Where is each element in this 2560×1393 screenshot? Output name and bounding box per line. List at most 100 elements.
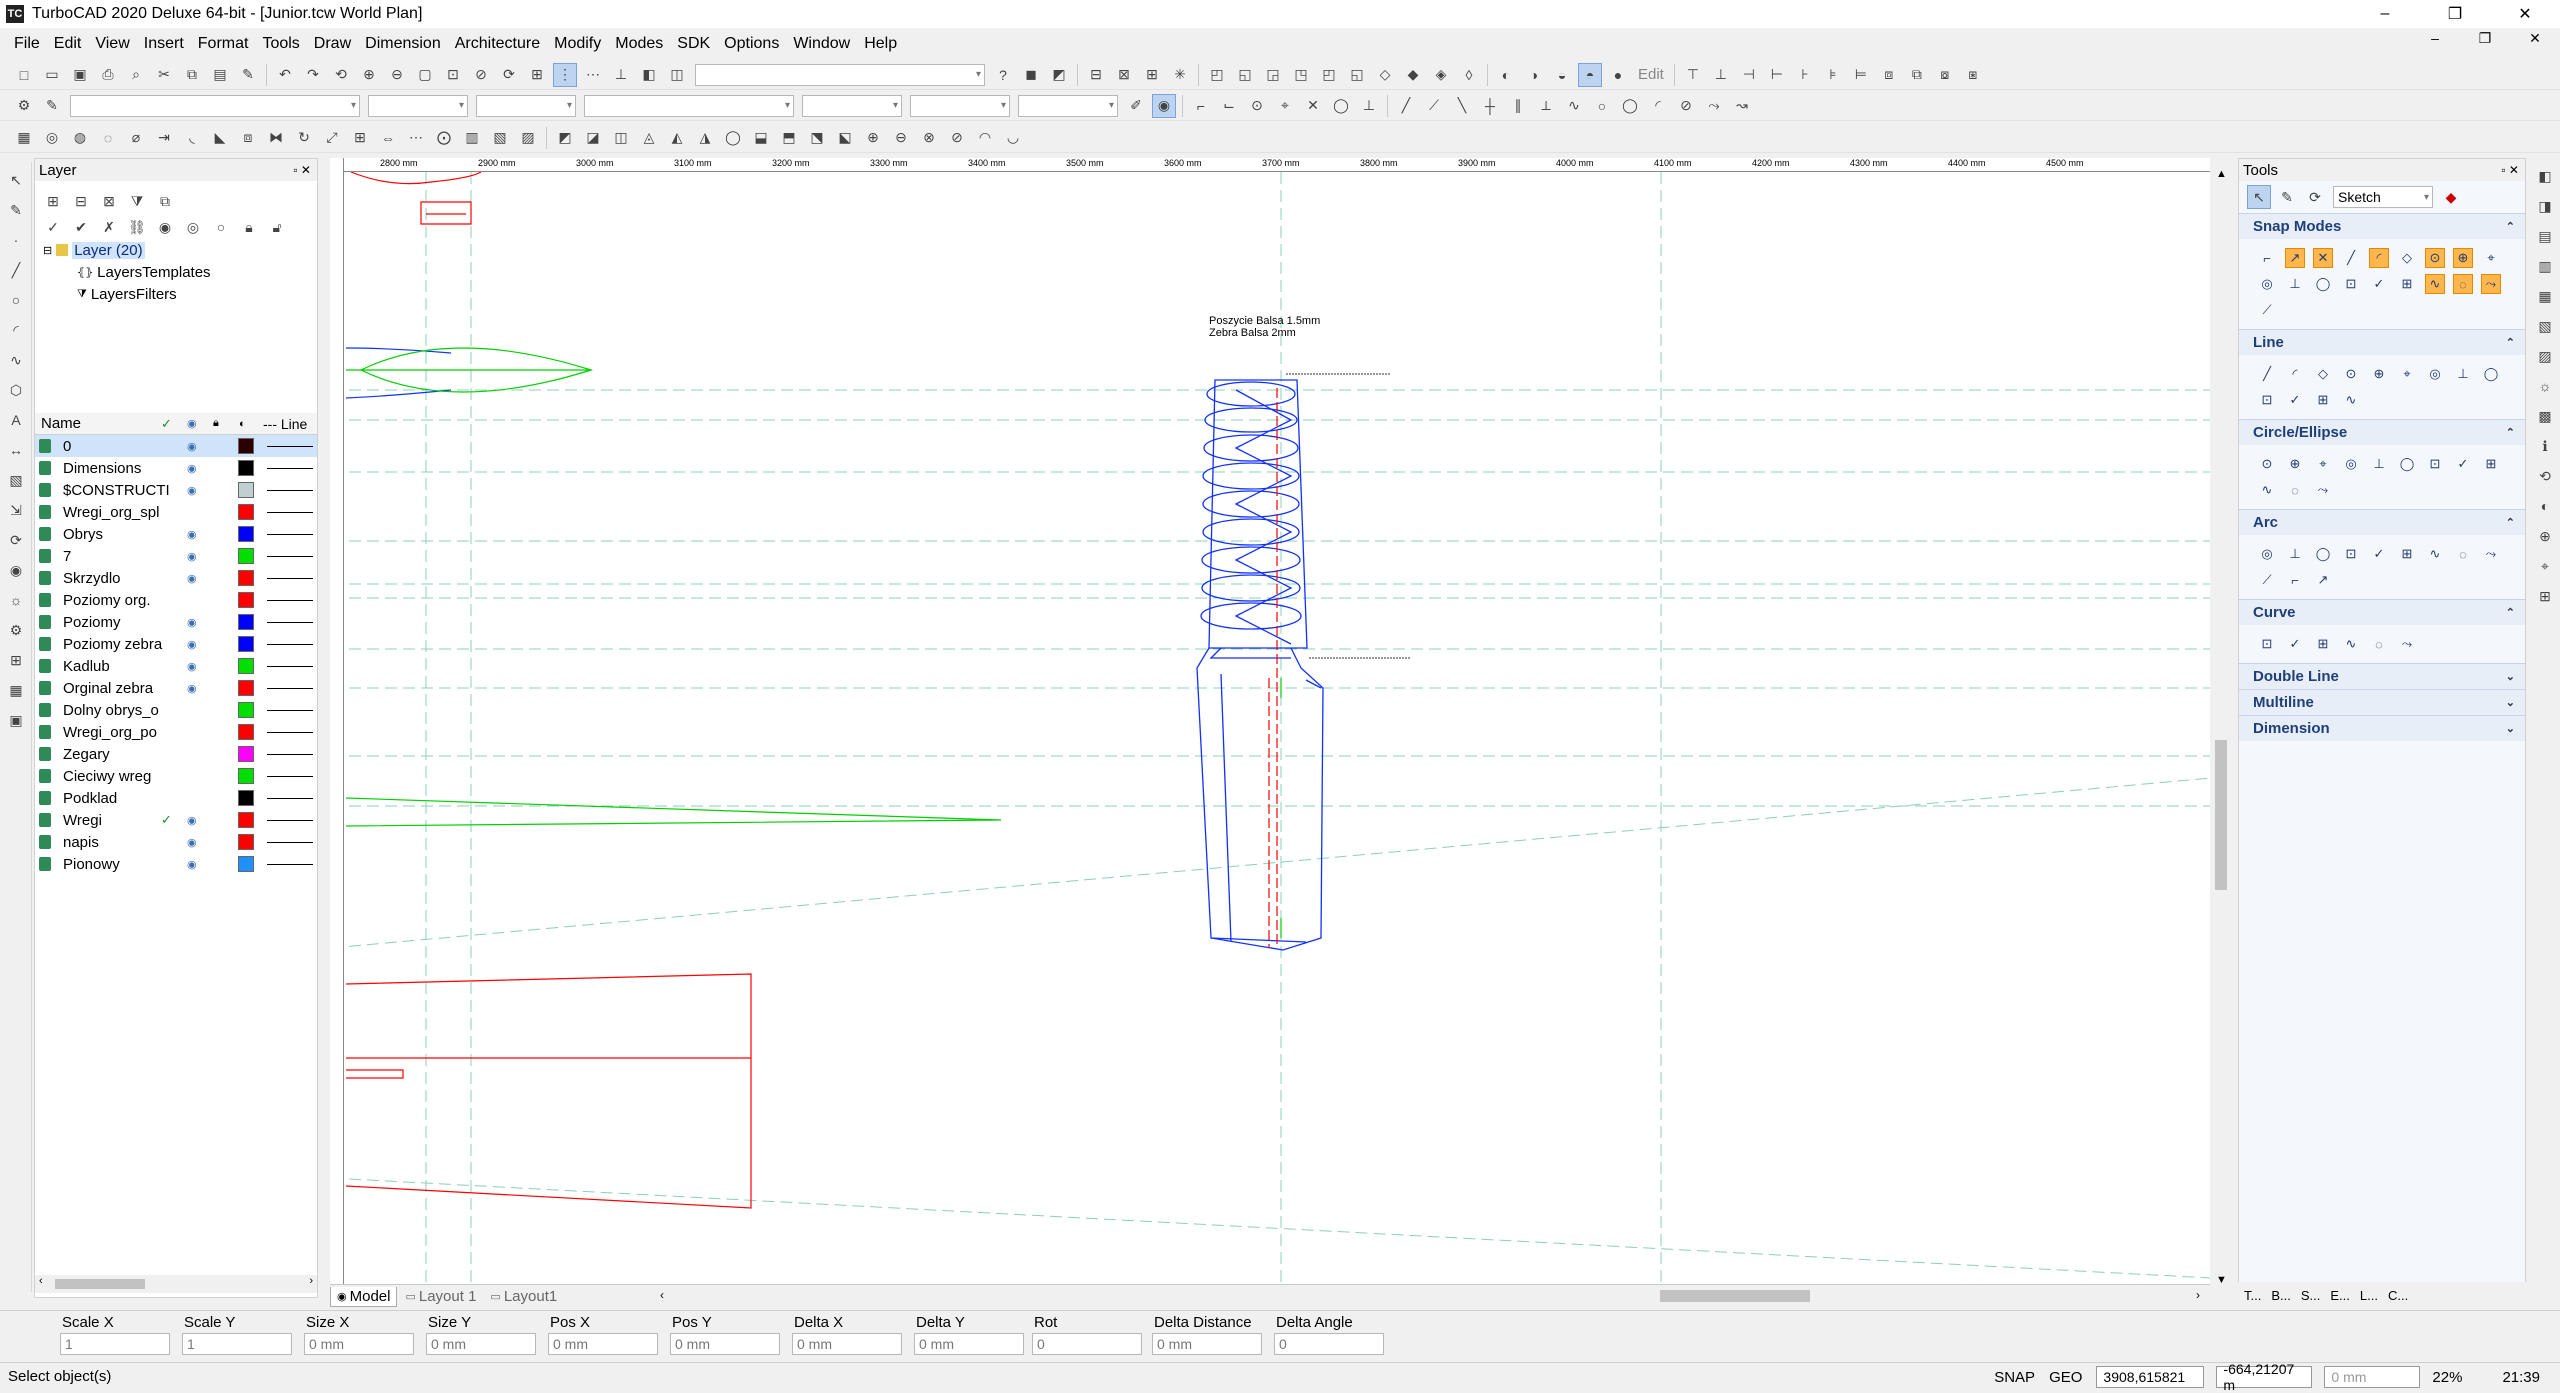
snap-intersection-icon[interactable]: ✕ <box>1301 94 1325 118</box>
align-left-icon[interactable]: ⊣ <box>1737 63 1761 87</box>
hide-all-icon[interactable]: ○ <box>209 215 233 239</box>
view-iso3-icon[interactable]: ◈ <box>1429 63 1453 87</box>
layer-row[interactable]: Pionowy ◉ <box>35 853 317 875</box>
print-icon[interactable]: ⎙ <box>96 63 120 87</box>
scroll-up-icon[interactable]: ▲ <box>2216 168 2227 180</box>
tool-button-icon[interactable]: ⌖ <box>2481 248 2501 268</box>
snap-icon[interactable]: ⋯ <box>581 63 605 87</box>
solid-box-icon[interactable]: ◩ <box>553 126 577 150</box>
inspector-field-input[interactable]: 1 <box>182 1333 292 1355</box>
dimension-icon[interactable]: ↔ <box>4 438 28 462</box>
ortho-icon[interactable]: ⊥ <box>609 63 633 87</box>
align-middle-icon[interactable]: ⊧ <box>1821 63 1845 87</box>
tool-section-header[interactable]: Dimension ⌄ <box>2239 715 2525 741</box>
tool-button-icon[interactable]: ⊕ <box>2285 454 2305 474</box>
linetype-combo[interactable]: ▾ <box>802 94 902 117</box>
layer-row[interactable]: Obrys ◉ <box>35 523 317 545</box>
stretch-icon[interactable]: ⇔ <box>376 126 400 150</box>
zoom-extents-icon[interactable]: ⊡ <box>441 63 465 87</box>
menu-modify[interactable]: Modify <box>554 35 601 53</box>
format-painter-icon[interactable]: ✎ <box>236 63 260 87</box>
polyline-tool-icon[interactable]: ⟋ <box>1422 94 1446 118</box>
layer-row[interactable]: 7 ◉ <box>35 545 317 567</box>
inspector-field-input[interactable]: 0 mm <box>548 1333 658 1355</box>
tool-button-icon[interactable]: ⌐ <box>2257 248 2277 268</box>
column-color-icon[interactable]: ◐ <box>239 418 246 430</box>
modify-icon[interactable]: ⟳ <box>4 528 28 552</box>
tree-item-layers-filters[interactable]: ⧩ LayersFilters <box>35 283 317 305</box>
layer-linestyle[interactable] <box>267 864 313 865</box>
layer-visible-icon[interactable]: ◉ <box>187 616 197 629</box>
construct-tool-icon[interactable]: ╲ <box>1450 94 1474 118</box>
tool-button-icon[interactable]: ⊥ <box>2285 274 2305 294</box>
symbol-icon[interactable]: ⊞ <box>4 648 28 672</box>
solid-extrude-icon[interactable]: ⬓ <box>749 126 773 150</box>
snap-tangent-icon[interactable]: ◯ <box>1329 94 1353 118</box>
chamfer-edge-icon[interactable]: ◡ <box>1001 126 1025 150</box>
layer-row[interactable]: Poziomy org. <box>35 589 317 611</box>
colors-panel-icon[interactable]: ◐ <box>2533 494 2557 518</box>
layer-color-swatch[interactable] <box>238 636 254 652</box>
zoom-window-icon[interactable]: ▢ <box>413 63 437 87</box>
new-layer-group-icon[interactable]: ⊟ <box>69 189 93 213</box>
boolean-intersect-icon[interactable]: ⊗ <box>917 126 941 150</box>
align-bottom-icon[interactable]: ⊨ <box>1849 63 1873 87</box>
group-icon[interactable]: ⊟ <box>1084 63 1108 87</box>
scroll-right-icon[interactable]: › <box>309 1275 313 1287</box>
wall-tool-icon[interactable]: ▥ <box>460 126 484 150</box>
cut-icon[interactable]: ✂ <box>152 63 176 87</box>
menu-edit[interactable]: Edit <box>54 35 82 53</box>
window-tool-icon[interactable]: ▨ <box>516 126 540 150</box>
expand-chevron-icon[interactable]: ⌄ <box>2506 696 2515 709</box>
tool-button-icon[interactable]: ◎ <box>2257 274 2277 294</box>
zoom-out-icon[interactable]: ⊖ <box>385 63 409 87</box>
rotate-icon[interactable]: ↻ <box>292 126 316 150</box>
split-icon[interactable]: ◨ <box>2533 194 2557 218</box>
copy-icon[interactable]: ⧉ <box>180 63 204 87</box>
tool-button-icon[interactable]: ⊞ <box>2313 390 2333 410</box>
solid-revolve-icon[interactable]: ⬒ <box>777 126 801 150</box>
menu-tools[interactable]: Tools <box>262 35 299 53</box>
menu-sdk[interactable]: SDK <box>677 35 710 53</box>
tool-button-icon[interactable]: ⊞ <box>2397 544 2417 564</box>
tool-button-icon[interactable]: ⊡ <box>2257 390 2277 410</box>
layer-color-swatch[interactable] <box>238 570 254 586</box>
visibility-icon[interactable]: ◉ <box>153 215 177 239</box>
align-center-icon[interactable]: ⊦ <box>1793 63 1817 87</box>
align-right-icon[interactable]: ⊢ <box>1765 63 1789 87</box>
tool-button-icon[interactable]: ◌ <box>2285 480 2305 500</box>
tool-button-icon[interactable]: ╱ <box>2257 364 2277 384</box>
inspector-field-input[interactable]: 0 mm <box>792 1333 902 1355</box>
design-director-icon[interactable]: ▧ <box>2533 314 2557 338</box>
uncheck-icon[interactable]: ✗ <box>97 215 121 239</box>
ring-tool-icon[interactable]: ⊘ <box>1674 94 1698 118</box>
tool-button-icon[interactable]: ⤳ <box>2313 480 2333 500</box>
line-tool-icon[interactable]: ╱ <box>1394 94 1418 118</box>
render-hidden-icon[interactable]: ◑ <box>1522 63 1546 87</box>
tool-button-icon[interactable]: ⊞ <box>2481 454 2501 474</box>
layer-row[interactable]: Poziomy ◉ <box>35 611 317 633</box>
doc-close-button[interactable]: ✕ <box>2510 30 2560 47</box>
tool-button-icon[interactable]: ◌ <box>2453 274 2473 294</box>
tool-button-icon[interactable]: ◇ <box>2397 248 2417 268</box>
tool-button-icon[interactable]: ◜ <box>2285 364 2305 384</box>
measure-icon[interactable]: ⊞ <box>525 63 549 87</box>
tool-button-icon[interactable]: ⊙ <box>2425 248 2445 268</box>
expand-chevron-icon[interactable]: ⌄ <box>2506 670 2515 683</box>
join-icon[interactable]: ⨀ <box>432 126 456 150</box>
doc-minimize-button[interactable]: – <box>2410 30 2460 47</box>
tool-button-icon[interactable]: ⟋ <box>2257 570 2277 590</box>
inspector-field-input[interactable]: 0 <box>1032 1333 1142 1355</box>
perp-tool-icon[interactable]: ┼ <box>1478 94 1502 118</box>
collapse-chevron-icon[interactable]: ⌃ <box>2506 426 2515 439</box>
layer-row[interactable]: napis ◉ <box>35 831 317 853</box>
undo-history-icon[interactable]: ⟲ <box>329 63 353 87</box>
bottom-tab-tools[interactable]: T... <box>2244 1288 2261 1303</box>
layer-horizontal-scrollbar[interactable]: ‹ › <box>35 1275 317 1293</box>
select-mode-icon[interactable]: ↖ <box>2247 185 2271 209</box>
fillet-icon[interactable]: ◟ <box>180 126 204 150</box>
layer-linestyle[interactable] <box>267 556 313 557</box>
tool-button-icon[interactable]: ↗ <box>2285 248 2305 268</box>
menu-architecture[interactable]: Architecture <box>455 35 540 53</box>
gear-icon[interactable]: ⚙ <box>4 618 28 642</box>
